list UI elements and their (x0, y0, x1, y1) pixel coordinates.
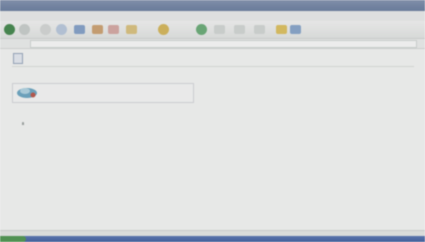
address-bar (0, 39, 425, 49)
favorites-icon[interactable] (126, 25, 137, 34)
window-title-bar (0, 0, 425, 11)
folder-icon[interactable] (276, 25, 287, 34)
note-box (12, 83, 194, 103)
forward-icon[interactable] (19, 24, 30, 35)
refresh-icon[interactable] (56, 24, 67, 35)
discuss-icon[interactable] (254, 25, 265, 34)
page-content (0, 49, 425, 230)
home-icon[interactable] (74, 25, 85, 34)
menu-bar[interactable] (0, 11, 425, 21)
taskbar (0, 236, 425, 242)
media-icon[interactable] (158, 24, 169, 35)
mail-icon[interactable] (108, 25, 119, 34)
print-icon[interactable] (214, 25, 225, 34)
back-icon[interactable] (4, 24, 15, 35)
divider (12, 66, 414, 67)
messenger-icon[interactable] (290, 25, 301, 34)
start-button[interactable] (0, 236, 26, 242)
search-icon[interactable] (92, 25, 103, 34)
page-icon (13, 53, 23, 64)
address-input[interactable] (30, 40, 417, 48)
edit-icon[interactable] (234, 25, 245, 34)
network-icon (17, 88, 37, 98)
browser-toolbar (0, 21, 425, 39)
stop-icon[interactable] (40, 24, 51, 35)
history-icon[interactable] (196, 24, 207, 35)
bullet-list (22, 120, 197, 125)
